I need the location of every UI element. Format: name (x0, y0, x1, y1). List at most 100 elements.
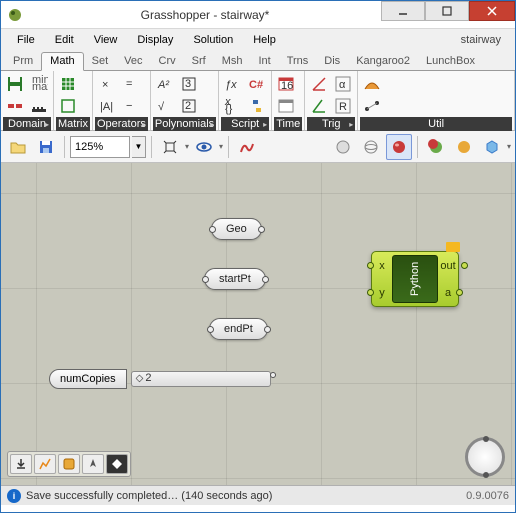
view-button[interactable] (191, 134, 217, 160)
compass-icon[interactable] (465, 437, 505, 477)
expand-icon[interactable]: ▸ (349, 120, 353, 129)
poly-power-icon[interactable]: A² (153, 73, 177, 95)
param-endpt[interactable]: endPt (209, 318, 268, 340)
domain-bounds-icon[interactable]: minmax (27, 73, 51, 95)
output-out[interactable]: out (440, 260, 455, 272)
open-button[interactable] (5, 134, 31, 160)
script-csharp-icon[interactable]: C# (245, 73, 269, 95)
tab-trns[interactable]: Trns (279, 53, 317, 70)
menu-help[interactable]: Help (243, 32, 286, 48)
zoom-input[interactable]: 125% (70, 136, 130, 158)
canvas[interactable]: Geo startPt endPt numCopies ◇ 2 x y Pyth… (1, 163, 515, 485)
matrix-deconstruct-icon[interactable] (56, 95, 80, 117)
menu-file[interactable]: File (7, 32, 45, 48)
save-button[interactable] (33, 134, 59, 160)
util-curve-icon[interactable] (360, 73, 384, 95)
maximize-button[interactable] (425, 1, 469, 21)
tab-srf[interactable]: Srf (184, 53, 214, 70)
trig-r-icon[interactable]: R (331, 95, 355, 117)
preview-shaded-button[interactable] (386, 134, 412, 160)
output-a[interactable]: a (445, 287, 451, 299)
tab-set[interactable]: Set (84, 53, 117, 70)
domain-deconstruct-icon[interactable] (3, 95, 27, 117)
zoom-dropdown[interactable]: ▼ (132, 136, 146, 158)
python-label: Python (392, 255, 438, 303)
dock-cluster-icon[interactable] (58, 454, 80, 474)
menu-edit[interactable]: Edit (45, 32, 84, 48)
preview-settings-button[interactable] (479, 134, 505, 160)
dock-profiler-icon[interactable] (34, 454, 56, 474)
time-now-icon[interactable] (274, 95, 298, 117)
preview-wireframe-button[interactable] (358, 134, 384, 160)
expand-icon[interactable]: ▸ (210, 120, 214, 129)
svg-text:√: √ (158, 101, 165, 113)
tab-kangaroo2[interactable]: Kangaroo2 (348, 53, 418, 70)
ribbon-label: Script (231, 118, 259, 130)
op-multiply-icon[interactable]: × (95, 73, 119, 95)
expand-icon[interactable]: ▸ (45, 120, 49, 129)
svg-text:×: × (102, 79, 108, 91)
svg-text:{}: {} (225, 103, 233, 115)
svg-text:ƒx: ƒx (225, 79, 237, 91)
version-label: 0.9.0076 (466, 490, 509, 502)
dock-download-icon[interactable] (10, 454, 32, 474)
input-y[interactable]: y (379, 287, 385, 299)
op-abs-icon[interactable]: |A| (95, 95, 119, 117)
op-minus-icon[interactable]: − (119, 95, 143, 117)
expand-icon[interactable]: ▸ (263, 120, 267, 129)
tab-int[interactable]: Int (250, 53, 278, 70)
param-geo[interactable]: Geo (211, 218, 262, 240)
svg-text:−: − (126, 100, 132, 112)
document-name: stairway (461, 34, 509, 46)
ribbon-group-util: Util (358, 71, 515, 130)
trig-angle-icon[interactable] (307, 73, 331, 95)
tab-crv[interactable]: Crv (151, 53, 184, 70)
ribbon-group-domain: minmax Domain▸ (1, 71, 54, 130)
menu-bar: File Edit View Display Solution Help sta… (1, 29, 515, 51)
menu-display[interactable]: Display (127, 32, 183, 48)
tab-math[interactable]: Math (41, 52, 83, 71)
poly-square-icon[interactable]: 2 (177, 95, 201, 117)
close-button[interactable] (469, 1, 515, 21)
tab-msh[interactable]: Msh (214, 53, 251, 70)
domain-construct-icon[interactable] (3, 73, 27, 95)
zoom-extents-button[interactable] (157, 134, 183, 160)
slider-numcopies[interactable]: numCopies ◇ 2 (49, 368, 271, 390)
status-message: Save successfully completed… (140 second… (26, 490, 272, 502)
param-startpt[interactable]: startPt (204, 268, 266, 290)
time-calendar-icon[interactable]: 16 (274, 73, 298, 95)
minimize-button[interactable] (381, 1, 425, 21)
tab-vec[interactable]: Vec (116, 53, 150, 70)
tab-lunchbox[interactable]: LunchBox (418, 53, 483, 70)
preview-mesh-button[interactable] (451, 134, 477, 160)
svg-text:16: 16 (281, 80, 293, 92)
expand-icon[interactable]: ▸ (142, 120, 146, 129)
dock-markov-icon[interactable] (106, 454, 128, 474)
trig-alpha-icon[interactable]: α (331, 73, 355, 95)
trig-angle2-icon[interactable] (307, 95, 331, 117)
preview-selected-button[interactable] (423, 134, 449, 160)
poly-cube-icon[interactable]: 3 (177, 73, 201, 95)
domain-consecutive-icon[interactable] (27, 95, 51, 117)
dock-compass-icon[interactable] (82, 454, 104, 474)
util-interp-icon[interactable] (360, 95, 384, 117)
ribbon-group-polynomials: A² √ 3 2 Polynomials▸ (151, 71, 219, 130)
python-component[interactable]: x y Python out a (371, 251, 459, 307)
tab-dis[interactable]: Dis (316, 53, 348, 70)
input-x[interactable]: x (379, 260, 385, 272)
menu-solution[interactable]: Solution (183, 32, 243, 48)
menu-view[interactable]: View (84, 32, 128, 48)
title-bar: Grasshopper - stairway* (1, 1, 515, 29)
toolbar: 125% ▼ ▾ ▾ ▾ (1, 131, 515, 163)
svg-text:A²: A² (157, 79, 169, 91)
script-fx-icon[interactable]: ƒx (221, 73, 245, 95)
op-equals-icon[interactable]: = (119, 73, 143, 95)
matrix-construct-icon[interactable] (56, 73, 80, 95)
preview-off-button[interactable] (330, 134, 356, 160)
tab-prm[interactable]: Prm (5, 53, 41, 70)
sketch-button[interactable] (234, 134, 260, 160)
poly-sqrt-icon[interactable]: √ (153, 95, 177, 117)
script-python-icon[interactable] (245, 95, 269, 117)
ribbon-group-script: ƒx x{} C# Script ▸ (219, 71, 272, 130)
script-eval-icon[interactable]: x{} (221, 95, 245, 117)
